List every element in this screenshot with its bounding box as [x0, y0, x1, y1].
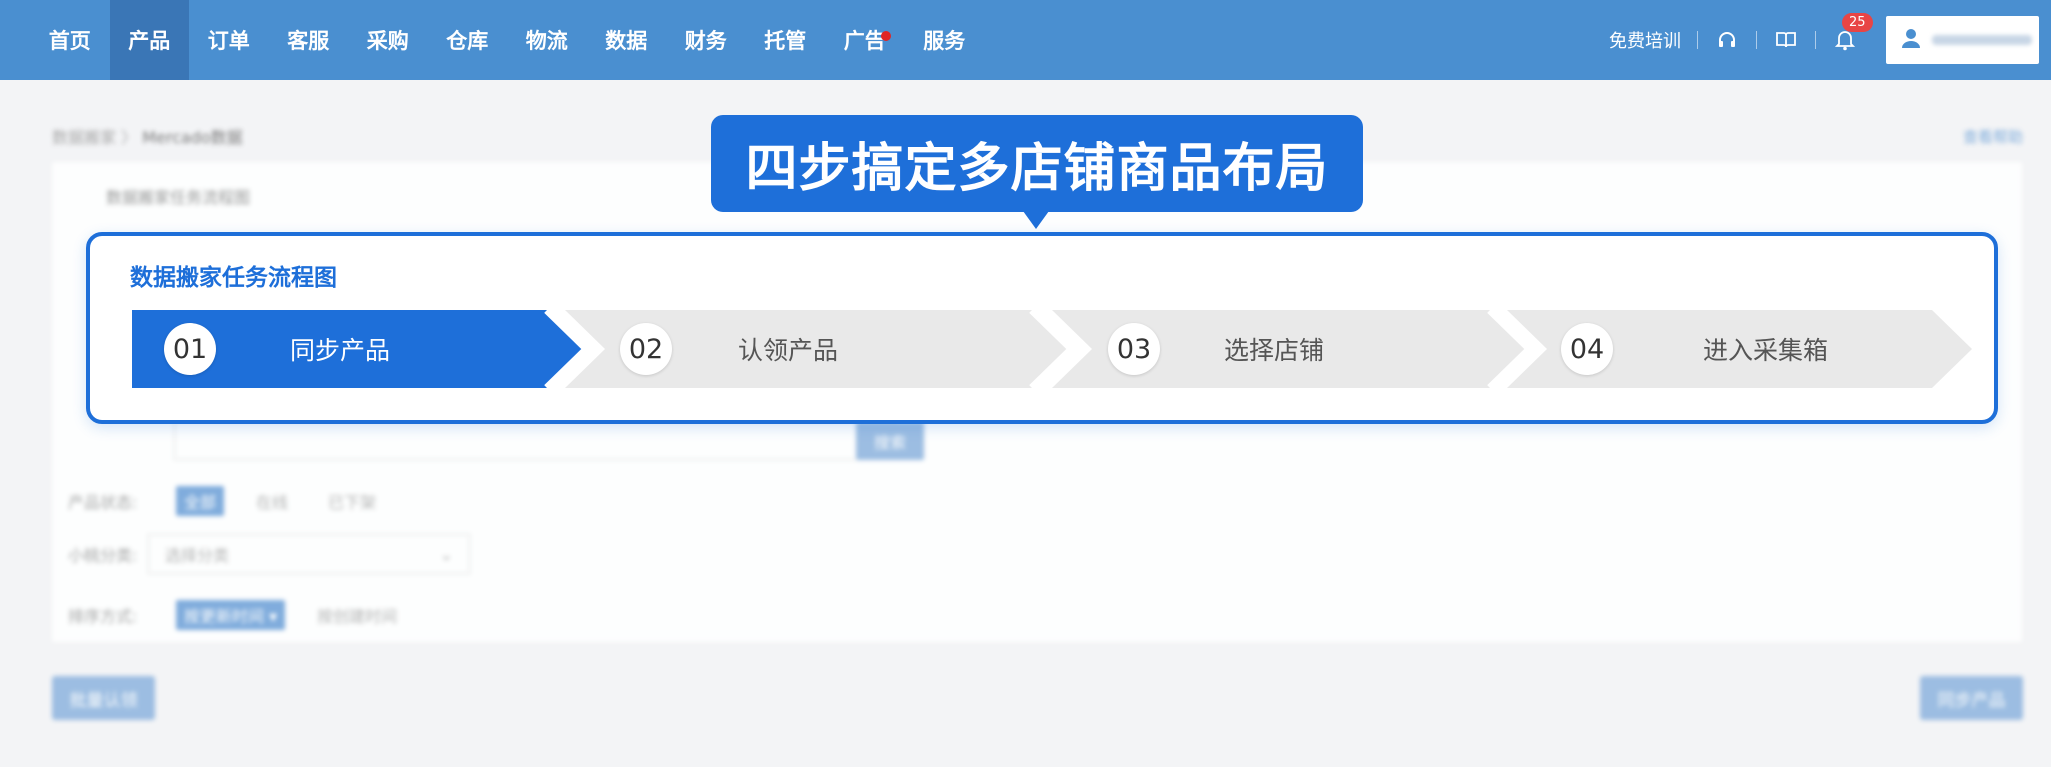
- user-icon: [1900, 27, 1922, 53]
- breadcrumb-separator: 〉: [121, 128, 138, 147]
- nav-item-finance[interactable]: 财务: [666, 0, 746, 80]
- nav-label: 客服: [287, 29, 330, 53]
- flow-title: 数据搬家任务流程图: [130, 265, 337, 291]
- panel-title: 数据搬家任务流程图: [106, 188, 251, 207]
- flow-chart-card: 数据搬家任务流程图 01 同步产品 02 认领产品 03 选择店铺 04 进入采…: [86, 232, 1998, 424]
- divider: [1756, 31, 1757, 49]
- user-account-menu[interactable]: [1886, 16, 2039, 64]
- nav-item-ads[interactable]: 广告: [825, 0, 905, 80]
- flow-step-4: 04 进入采集箱: [1561, 310, 1828, 388]
- headline-callout: 四步搞定多店铺商品布局: [711, 115, 1363, 212]
- step-number: 01: [164, 323, 216, 375]
- category-select[interactable]: 选择分类 ⌄: [148, 534, 470, 574]
- step-label: 进入采集箱: [1703, 336, 1829, 365]
- divider: [1815, 31, 1816, 49]
- headset-icon[interactable]: [1714, 27, 1740, 53]
- nav-label: 订单: [207, 29, 250, 53]
- nav-item-service[interactable]: 客服: [269, 0, 349, 80]
- user-name-blurred: [1932, 35, 2032, 45]
- step-number: 03: [1108, 323, 1160, 375]
- status-filter-label: 产品状态:: [68, 493, 138, 512]
- nav-item-data[interactable]: 数据: [587, 0, 667, 80]
- chevron-down-icon: ⌄: [439, 544, 453, 564]
- divider: [1697, 31, 1698, 49]
- bell-icon[interactable]: 25: [1832, 13, 1873, 53]
- category-select-placeholder: 选择分类: [165, 546, 230, 565]
- step-number: 04: [1561, 323, 1613, 375]
- status-option-all[interactable]: 全部: [176, 486, 225, 516]
- nav-item-purchase[interactable]: 采购: [348, 0, 428, 80]
- category-filter-label: 小桃分类:: [68, 546, 138, 565]
- status-option-delisted[interactable]: 已下架: [320, 486, 384, 516]
- flow-step-3: 03 选择店铺: [1108, 310, 1324, 388]
- notification-dot: [880, 31, 891, 41]
- breadcrumb: 数据搬家 〉 Mercado数据: [52, 124, 243, 148]
- category-filter-row: 小桃分类: 选择分类 ⌄: [68, 534, 470, 574]
- sort-filter-label: 排序方式:: [68, 607, 138, 626]
- status-filter-row: 产品状态: 全部 在线 已下架: [68, 486, 408, 516]
- nav-label: 服务: [923, 29, 966, 53]
- breadcrumb-parent[interactable]: 数据搬家: [52, 128, 116, 147]
- nav-item-home[interactable]: 首页: [30, 0, 110, 80]
- nav-item-warehouse[interactable]: 仓库: [428, 0, 508, 80]
- status-option-online[interactable]: 在线: [248, 486, 296, 516]
- nav-label: 物流: [525, 29, 568, 53]
- top-navbar: 首页 产品 订单 客服 采购 仓库 物流 数据 财务 托管 广告 服务 免费培训…: [0, 0, 2051, 80]
- nav-label: 广告: [843, 29, 886, 53]
- flow-steps: 01 同步产品 02 认领产品 03 选择店铺 04 进入采集箱: [132, 310, 1972, 388]
- nav-label: 数据: [605, 29, 648, 53]
- nav-item-products[interactable]: 产品: [109, 0, 189, 80]
- callout-pointer: [1023, 211, 1049, 229]
- nav-label: 财务: [684, 29, 727, 53]
- step-label: 同步产品: [290, 336, 391, 365]
- book-icon[interactable]: [1773, 27, 1799, 53]
- nav-item-services[interactable]: 服务: [905, 0, 985, 80]
- breadcrumb-current: Mercado数据: [142, 128, 243, 147]
- nav-item-orders[interactable]: 订单: [189, 0, 269, 80]
- headline-text: 四步搞定多店铺商品布局: [745, 139, 1329, 199]
- nav-right-tools: 免费培训 25: [1609, 0, 2051, 80]
- step-label: 认领产品: [738, 336, 839, 365]
- sync-products-button[interactable]: 同步产品: [1920, 676, 2023, 720]
- search-input[interactable]: [174, 420, 894, 460]
- step-label: 选择店铺: [1224, 336, 1325, 365]
- nav-label: 采购: [366, 29, 409, 53]
- bulk-claim-button[interactable]: 批量认领: [52, 676, 155, 720]
- free-training-link[interactable]: 免费培训: [1609, 27, 1681, 53]
- notification-count-badge: 25: [1842, 13, 1873, 32]
- sort-filter-row: 排序方式: 按更新时间 ▾ 按创建时间: [68, 600, 429, 630]
- flow-step-1: 01 同步产品: [164, 310, 390, 388]
- nav-label: 首页: [48, 29, 91, 53]
- nav-item-logistics[interactable]: 物流: [507, 0, 587, 80]
- help-link[interactable]: 查看帮助: [1963, 126, 2023, 147]
- nav-label: 仓库: [446, 29, 489, 53]
- sort-option-created[interactable]: 按创建时间: [309, 600, 405, 630]
- flow-step-2: 02 认领产品: [620, 310, 838, 388]
- sort-option-updated[interactable]: 按更新时间 ▾: [176, 600, 286, 630]
- nav-label: 产品: [128, 29, 171, 53]
- nav-label: 托管: [764, 29, 807, 53]
- step-number: 02: [620, 323, 672, 375]
- nav-item-hosting[interactable]: 托管: [746, 0, 826, 80]
- search-button[interactable]: 搜索: [856, 422, 924, 460]
- main-nav: 首页 产品 订单 客服 采购 仓库 物流 数据 财务 托管 广告 服务: [30, 0, 984, 80]
